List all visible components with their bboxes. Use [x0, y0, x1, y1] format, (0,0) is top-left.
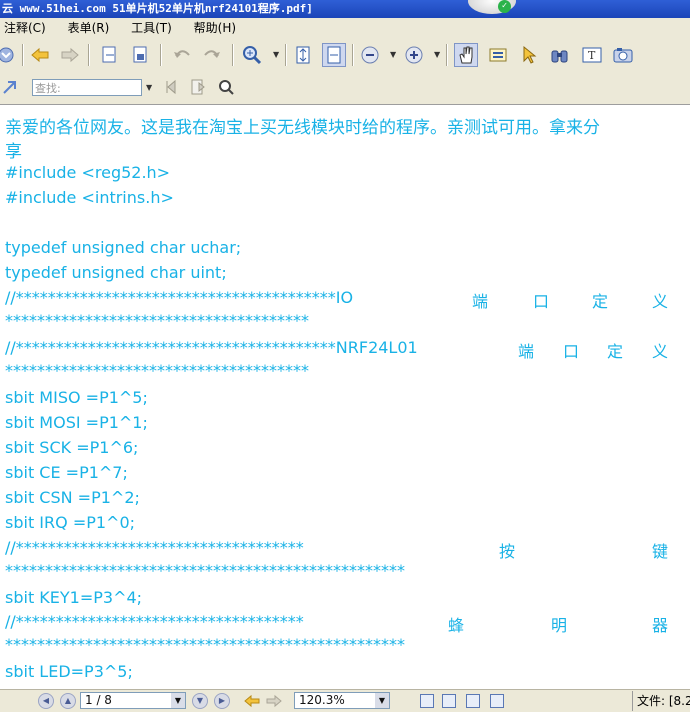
comment-word: 明: [551, 616, 568, 635]
code-line: sbit IRQ =P1^0;: [5, 513, 136, 532]
expand-arrow-icon[interactable]: [0, 75, 22, 99]
comment-word: 器: [652, 616, 669, 635]
check-icon: ✓: [498, 0, 511, 13]
intro-text-line: 亲爱的各位网友。这是我在淘宝上买无线模块时给的程序。亲测试可用。拿来分: [5, 118, 600, 138]
find-toolbar: 查找: ▼: [0, 72, 690, 105]
next-view-icon[interactable]: [262, 689, 286, 713]
document-view[interactable]: 亲爱的各位网友。这是我在淘宝上买无线模块时给的程序。亲测试可用。拿来分 享 #i…: [0, 105, 690, 689]
code-line: typedef unsigned char uchar;: [5, 238, 242, 257]
zoom-dropdown-icon[interactable]: ▼: [273, 50, 279, 59]
back-arrow-icon[interactable]: [28, 43, 52, 67]
comment-word: 蜂: [448, 616, 465, 635]
find-input[interactable]: 查找:: [32, 79, 142, 96]
zoom-icon[interactable]: [240, 43, 264, 67]
export-page-icon[interactable]: [98, 43, 122, 67]
comment-line: //************************************: [5, 612, 304, 631]
comment-word: 定: [592, 292, 609, 311]
code-line: sbit MISO =P1^5;: [5, 388, 148, 407]
intro-text-line: 享: [5, 142, 22, 162]
comment-word: 义: [652, 292, 669, 311]
toolbar-menu-chevron-icon[interactable]: [0, 43, 16, 67]
menu-forms[interactable]: 表单(R): [68, 21, 110, 35]
code-line: sbit CSN =P1^2;: [5, 488, 140, 507]
code-line: #include <reg52.h>: [5, 163, 171, 182]
menu-annotations[interactable]: 注释(C): [4, 21, 46, 35]
zoom-out-icon[interactable]: [358, 43, 382, 67]
fit-width-icon[interactable]: [322, 43, 346, 67]
comment-stars: ****************************************…: [5, 635, 405, 654]
comment-stars: **************************************: [5, 311, 309, 330]
redo-icon[interactable]: [200, 43, 224, 67]
file-status: 文件: [8.2: [632, 691, 690, 711]
first-page-icon[interactable]: ◀: [38, 693, 54, 709]
zoom-level-dropdown-icon[interactable]: ▼: [375, 693, 389, 708]
undo-icon[interactable]: [170, 43, 194, 67]
find-next-icon[interactable]: [186, 75, 210, 99]
facing-view-icon[interactable]: [466, 694, 480, 708]
code-line: sbit MOSI =P1^1;: [5, 413, 148, 432]
search-icon[interactable]: [214, 75, 238, 99]
page-number-field[interactable]: 1 / 8 ▼: [80, 692, 186, 709]
comment-word: 口: [533, 292, 550, 311]
comment-word: 定: [607, 342, 624, 361]
fit-page-icon[interactable]: [291, 43, 315, 67]
code-line: #include <intrins.h>: [5, 188, 174, 207]
previous-page-icon[interactable]: ▲: [60, 693, 76, 709]
comment-stars: **************************************: [5, 361, 309, 380]
save-page-icon[interactable]: [128, 43, 152, 67]
menu-bar: 注释(C) 表单(R) 工具(T) 帮助(H): [0, 18, 690, 38]
zoom-in-icon[interactable]: [402, 43, 426, 67]
binoculars-icon[interactable]: [548, 43, 572, 67]
continuous-facing-view-icon[interactable]: [490, 694, 504, 708]
code-line: typedef unsigned char uint;: [5, 263, 227, 282]
code-line: sbit LED=P3^5;: [5, 662, 133, 681]
status-bar: ◀ ▲ 1 / 8 ▼ ▼ ▶ 120.3% ▼ 文件: [8.2: [0, 689, 690, 712]
menu-help[interactable]: 帮助(H): [194, 21, 236, 35]
comment-word: 按: [499, 542, 516, 561]
next-page-icon[interactable]: ▼: [192, 693, 208, 709]
comment-word: 口: [563, 342, 580, 361]
comment-line: //**************************************…: [5, 288, 354, 307]
comment-line: //************************************: [5, 538, 304, 557]
comment-stars: ****************************************…: [5, 561, 405, 580]
code-line: sbit SCK =P1^6;: [5, 438, 139, 457]
page-dropdown-icon[interactable]: ▼: [171, 693, 185, 708]
find-previous-icon[interactable]: [160, 75, 184, 99]
comment-word: 义: [652, 342, 669, 361]
text-box-icon[interactable]: T: [580, 43, 604, 67]
window-titlebar: 云 www.51hei.com 51单片机52单片机nrf24101程序.pdf…: [0, 0, 690, 18]
select-arrow-icon[interactable]: [517, 43, 541, 67]
comment-word: 键: [652, 542, 669, 561]
previous-view-icon[interactable]: [240, 689, 264, 713]
code-line: sbit KEY1=P3^4;: [5, 588, 143, 607]
comment-word: 端: [518, 342, 535, 361]
window-title: 云 www.51hei.com 51单片机52单片机nrf24101程序.pdf…: [2, 2, 313, 15]
select-text-icon[interactable]: [486, 43, 510, 67]
single-page-view-icon[interactable]: [420, 694, 434, 708]
find-dropdown-icon[interactable]: ▼: [146, 83, 152, 92]
zoom-out-dropdown-icon[interactable]: ▼: [390, 50, 396, 59]
menu-tools[interactable]: 工具(T): [131, 21, 172, 35]
continuous-view-icon[interactable]: [442, 694, 456, 708]
zoom-level-field[interactable]: 120.3% ▼: [294, 692, 390, 709]
zoom-in-dropdown-icon[interactable]: ▼: [434, 50, 440, 59]
comment-line: //**************************************…: [5, 338, 418, 357]
code-line: sbit CE =P1^7;: [5, 463, 128, 482]
snapshot-camera-icon[interactable]: [611, 43, 635, 67]
main-toolbar: ▼ ▼ ▼ T: [0, 38, 690, 73]
hand-tool-icon[interactable]: [454, 43, 478, 67]
comment-word: 端: [472, 292, 489, 311]
svg-text:T: T: [588, 49, 596, 62]
last-page-icon[interactable]: ▶: [214, 693, 230, 709]
forward-arrow-icon[interactable]: [58, 43, 82, 67]
